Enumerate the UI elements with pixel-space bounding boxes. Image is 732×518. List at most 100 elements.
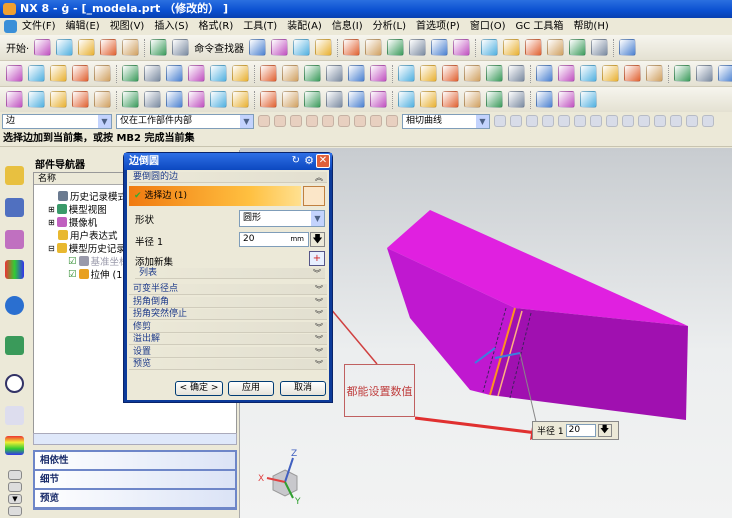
menu-item-7[interactable]: 信息(I): [332, 18, 363, 35]
toolbar-button-icon[interactable]: [210, 91, 227, 108]
snap-point-icon[interactable]: [606, 115, 618, 127]
onscreen-radius-field[interactable]: 20: [565, 424, 596, 437]
snap-point-icon[interactable]: [290, 115, 302, 127]
close-icon[interactable]: ✕: [316, 154, 330, 168]
selection-scope-dropdown[interactable]: 仅在工作部件内部 ▼: [116, 113, 254, 129]
snap-point-icon[interactable]: [654, 115, 666, 127]
menu-item-1[interactable]: 编辑(E): [66, 18, 100, 35]
section-header[interactable]: 设置 ︾: [129, 346, 327, 358]
tree-node[interactable]: 用户表达式: [58, 228, 118, 242]
toolbar-button-icon[interactable]: [387, 39, 405, 56]
snap-point-icon[interactable]: [542, 115, 554, 127]
toolbar-button-icon[interactable]: [580, 65, 597, 82]
toolbar-button-icon[interactable]: [166, 65, 183, 82]
scroll-bottom-icon[interactable]: [8, 506, 22, 516]
toolbar-button-icon[interactable]: [420, 65, 437, 82]
clock-icon[interactable]: [5, 374, 24, 393]
section-header[interactable]: 拐角倒角 ︾: [129, 296, 327, 308]
toolbar-button-icon[interactable]: [348, 91, 365, 108]
toolbar-button-icon[interactable]: [486, 91, 503, 108]
snap-point-icon[interactable]: [386, 115, 398, 127]
toolbar-button-icon[interactable]: [94, 65, 111, 82]
toolbar-button-icon[interactable]: [464, 91, 481, 108]
toolbar-button-icon[interactable]: [6, 65, 23, 82]
select-edge-row[interactable]: ✔ 选择边 (1): [129, 186, 301, 206]
section-header[interactable]: 溢出解 ︾: [129, 334, 327, 345]
toolbar-button-icon[interactable]: [558, 65, 575, 82]
section-header[interactable]: 预览 ︾: [129, 359, 327, 370]
reset-icon[interactable]: ↻: [292, 155, 300, 166]
snap-point-icon[interactable]: [306, 115, 318, 127]
snap-point-icon[interactable]: [510, 115, 522, 127]
panel-1[interactable]: 细节: [35, 471, 235, 488]
snap-point-icon[interactable]: [574, 115, 586, 127]
toolbar-button-icon[interactable]: [619, 39, 637, 56]
toolbar-button-icon[interactable]: [326, 91, 343, 108]
toolbar-button-icon[interactable]: [122, 65, 139, 82]
expand-toggle-icon[interactable]: ⊞: [48, 205, 55, 214]
toolbar-button-icon[interactable]: [348, 65, 365, 82]
toolbar-button-icon[interactable]: [696, 65, 713, 82]
toolbar-button-icon[interactable]: [486, 65, 503, 82]
toolbar-button-icon[interactable]: [508, 65, 525, 82]
snap-point-icon[interactable]: [686, 115, 698, 127]
tree-node[interactable]: ⊞ 摄像机: [48, 215, 97, 229]
toolbar-button-icon[interactable]: [144, 65, 161, 82]
toolbar-button-icon[interactable]: [370, 65, 387, 82]
shape-dropdown[interactable]: 圆形 ▼: [239, 210, 325, 227]
menu-item-0[interactable]: 文件(F): [22, 18, 56, 35]
toolbar-button-icon[interactable]: [503, 39, 521, 56]
toolbar-button-icon[interactable]: [536, 91, 553, 108]
toolbar-button-icon[interactable]: [144, 91, 161, 108]
toolbar-button-icon[interactable]: [481, 39, 499, 56]
toolbar-button-icon[interactable]: [624, 65, 641, 82]
tree-node[interactable]: 历史记录模式: [58, 189, 127, 203]
command-finder-button[interactable]: 命令查找器: [194, 40, 244, 55]
scroll-down-icon[interactable]: ▼: [8, 494, 22, 504]
snap-point-icon[interactable]: [638, 115, 650, 127]
reuse-library-icon[interactable]: [5, 260, 24, 279]
toolbar-button-icon[interactable]: [260, 65, 277, 82]
arrow-down-icon[interactable]: 🡇: [597, 424, 612, 437]
part-navigator-icon[interactable]: [5, 230, 24, 249]
toolbar-button-icon[interactable]: [547, 39, 565, 56]
toolbar-button-icon[interactable]: [602, 65, 619, 82]
section-header[interactable]: 可变半径点 ︾: [129, 284, 327, 295]
arrow-down-icon[interactable]: 🡇: [310, 232, 325, 247]
toolbar-button-icon[interactable]: [50, 65, 67, 82]
toolbar-button-icon[interactable]: [282, 91, 299, 108]
toolbar-button-icon[interactable]: [150, 39, 168, 56]
constraint-navigator-icon[interactable]: [5, 198, 24, 217]
radius-input[interactable]: 20 mm: [239, 232, 309, 247]
toolbar-button-icon[interactable]: [56, 39, 74, 56]
toolbar-button-icon[interactable]: [166, 91, 183, 108]
toolbar-button-icon[interactable]: [315, 39, 333, 56]
toolbar-button-icon[interactable]: [260, 91, 277, 108]
toolbar-button-icon[interactable]: [94, 91, 111, 108]
toolbar-button-icon[interactable]: [271, 39, 289, 56]
list-header[interactable]: 列表 ︾: [135, 268, 325, 279]
start-menu-button[interactable]: 开始·: [6, 40, 29, 55]
toolbar-button-icon[interactable]: [536, 65, 553, 82]
tree-node[interactable]: ⊟ 模型历史记录: [48, 241, 126, 255]
snap-point-icon[interactable]: [590, 115, 602, 127]
section-header[interactable]: 修剪 ︾: [129, 321, 327, 333]
toolbar-button-icon[interactable]: [442, 91, 459, 108]
toolbar-button-icon[interactable]: [28, 65, 45, 82]
menu-item-9[interactable]: 首选项(P): [416, 18, 460, 35]
history-icon[interactable]: [5, 336, 24, 355]
toolbar-button-icon[interactable]: [558, 91, 575, 108]
toolbar-button-icon[interactable]: [326, 65, 343, 82]
menu-item-4[interactable]: 格式(R): [199, 18, 234, 35]
ok-button[interactable]: < 确定 >: [175, 381, 223, 396]
toolbar-button-icon[interactable]: [398, 65, 415, 82]
snap-point-icon[interactable]: [702, 115, 714, 127]
expand-toggle-icon[interactable]: ⊞: [48, 218, 55, 227]
menu-item-3[interactable]: 插入(S): [154, 18, 188, 35]
app-menu-icon[interactable]: [4, 20, 17, 33]
snap-point-icon[interactable]: [558, 115, 570, 127]
scroll-up-icon[interactable]: [8, 482, 22, 492]
section-header[interactable]: 拐角突然停止 ︾: [129, 309, 327, 320]
toolbar-button-icon[interactable]: [249, 39, 267, 56]
toolbar-button-icon[interactable]: [343, 39, 361, 56]
